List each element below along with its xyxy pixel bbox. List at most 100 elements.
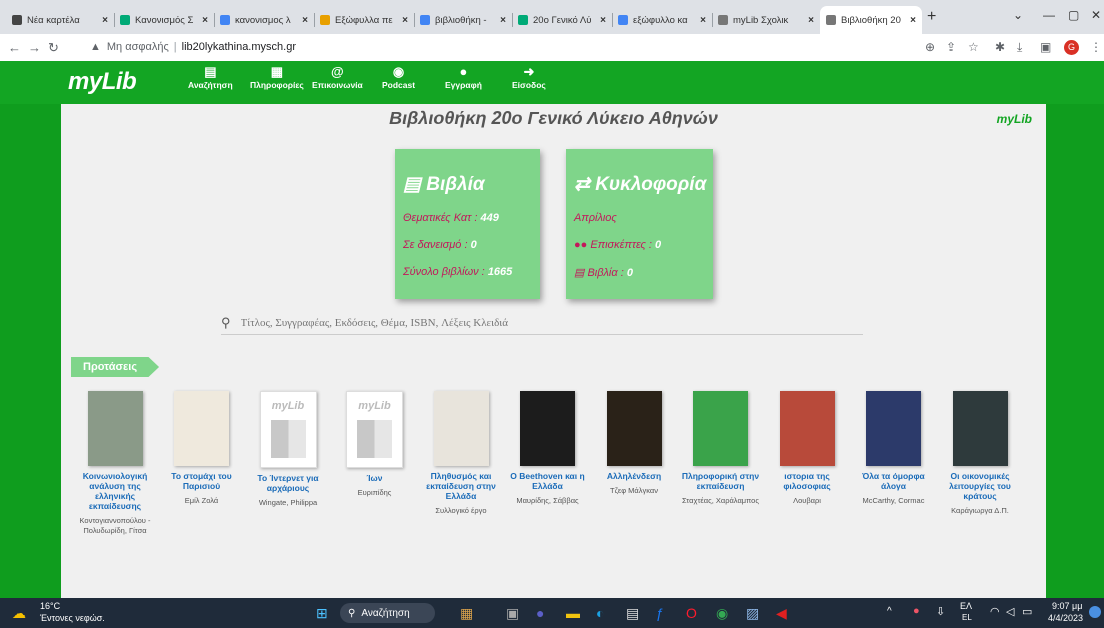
browser-tab[interactable]: βιβλιοθήκη - × (414, 6, 512, 34)
book-cover[interactable] (952, 391, 1008, 466)
book-cover[interactable] (693, 391, 748, 466)
close-tab-icon[interactable]: × (700, 15, 706, 26)
book-title[interactable]: Ο Beethoven και η Ελλάδα (509, 471, 587, 491)
site-logo[interactable]: myLib (68, 68, 137, 96)
usb-icon[interactable]: ⇩ (936, 605, 945, 618)
book-cover[interactable]: myLib (259, 391, 317, 468)
browser-tab[interactable]: εξώφυλλο κα × (612, 6, 712, 34)
close-tab-icon[interactable]: × (500, 15, 506, 26)
clock-time[interactable]: 9:07 μμ (1052, 601, 1082, 611)
store-icon[interactable]: ▤ (626, 604, 639, 622)
tray-chevron-icon[interactable]: ^ (887, 606, 892, 617)
volume-icon[interactable]: ◁ (1006, 605, 1014, 618)
clock-date[interactable]: 4/4/2023 (1048, 613, 1083, 623)
book-title[interactable]: Αλληλένδεση (595, 471, 673, 481)
nav-item-5[interactable]: ● Εγγραφή (445, 64, 482, 90)
browser-tab[interactable]: Εξώφυλλα πε × (314, 6, 414, 34)
minimize-icon[interactable]: — (1043, 8, 1055, 22)
nav-item-4[interactable]: ◉ Podcast (382, 64, 415, 90)
book-cover[interactable] (87, 391, 143, 466)
browser-tab[interactable]: 20ο Γενικό Λύ × (512, 6, 612, 34)
close-tab-icon[interactable]: × (102, 15, 108, 26)
book-cover[interactable] (779, 391, 835, 466)
book-title[interactable]: Πληθυσμός και εκπαίδευση στην Ελλάδα (422, 471, 500, 501)
sidepanel-icon[interactable]: ▣ (1040, 40, 1051, 54)
close-tab-icon[interactable]: × (402, 15, 408, 26)
browser-tab[interactable]: Νέα καρτέλα × (6, 6, 114, 34)
book-card[interactable]: Το στομάχι του Παρισιού Εμίλ Ζολά (163, 391, 241, 506)
book-cover[interactable] (606, 391, 662, 466)
book-title[interactable]: Πληροφορική στην εκπαίδευση (682, 471, 760, 491)
battery-icon[interactable]: ▭ (1022, 605, 1032, 618)
book-card[interactable]: Ο Beethoven και η Ελλάδα Μαυρίδης, Σάββας (509, 391, 587, 506)
profile-avatar[interactable]: G (1064, 40, 1079, 55)
back-icon[interactable]: ← (8, 40, 21, 55)
facebook-icon[interactable]: ƒ (656, 604, 664, 622)
photos-icon[interactable]: ▨ (746, 604, 759, 622)
book-title[interactable]: Το Ίντερνετ για αρχάριους (249, 473, 327, 493)
omnibox[interactable]: ▲ Μη ασφαλής | lib20lykathina.mysch.gr (90, 37, 910, 57)
close-tab-icon[interactable]: × (600, 15, 606, 26)
book-card[interactable]: Πληροφορική στην εκπαίδευση Σταχτέας, Χαρ… (682, 391, 760, 506)
book-card[interactable]: Αλληλένδεση Τζεφ Μάλγκαν (595, 391, 673, 496)
book-cover[interactable] (433, 391, 489, 466)
zoom-icon[interactable]: ⊕ (925, 40, 935, 54)
book-cover[interactable] (174, 391, 229, 466)
nav-item-2[interactable]: ▦ Πληροφορίες (250, 64, 304, 90)
tray-app-icon[interactable]: ● (913, 605, 920, 617)
book-card[interactable]: Κοινωνιολογική ανάλυση της ελληνικής εκπ… (76, 391, 154, 536)
tab-search-icon[interactable]: ⌄ (1013, 8, 1023, 22)
nav-item-6[interactable]: ➜ Είσοδος (512, 64, 546, 90)
book-card[interactable]: Πληθυσμός και εκπαίδευση στην Ελλάδα Συλλ… (422, 391, 500, 516)
chrome-icon[interactable]: ◉ (716, 604, 728, 622)
close-tab-icon[interactable]: × (808, 15, 814, 26)
book-cover[interactable] (520, 391, 575, 466)
reload-icon[interactable]: ↻ (48, 40, 59, 56)
book-cover[interactable] (866, 391, 921, 466)
close-window-icon[interactable]: ✕ (1091, 8, 1101, 22)
extensions-icon[interactable]: ✱ (995, 40, 1005, 54)
search-input[interactable] (238, 316, 803, 330)
forward-icon[interactable]: → (28, 40, 41, 55)
browser-tab[interactable]: myLib Σχολικ × (712, 6, 820, 34)
book-title[interactable]: Όλα τα όμορφα άλογα (855, 471, 933, 491)
book-title[interactable]: ιστορια της φιλοσοφιας (768, 471, 846, 491)
widgets-icon[interactable]: ▦ (460, 604, 473, 622)
book-title[interactable]: Οι οικονομικές λειτουργίες του κράτους (941, 471, 1019, 501)
language-indicator[interactable]: ΕΛ (960, 601, 972, 611)
menu-kebab-icon[interactable]: ⋮ (1090, 40, 1102, 54)
language-indicator-2[interactable]: EL (962, 613, 972, 622)
close-tab-icon[interactable]: × (910, 15, 916, 26)
nav-item-1[interactable]: ▤ Αναζήτηση (188, 64, 233, 90)
weather-temp[interactable]: 16°C (40, 601, 60, 611)
book-title[interactable]: Κοινωνιολογική ανάλυση της ελληνικής εκπ… (76, 471, 154, 511)
edge-icon[interactable]: ◐ (596, 604, 604, 622)
book-title[interactable]: Ίων (336, 473, 414, 483)
windows-start-icon[interactable]: ⊞ (316, 604, 328, 622)
maximize-icon[interactable]: ▢ (1068, 8, 1079, 22)
notification-icon[interactable] (1089, 606, 1101, 618)
bookmark-star-icon[interactable]: ☆ (968, 40, 979, 54)
taskbar-search[interactable]: ⚲ Αναζήτηση (340, 603, 435, 623)
share-icon[interactable]: ⇪ (946, 40, 956, 54)
file-explorer-icon[interactable]: ▬ (566, 604, 580, 622)
new-tab-button[interactable]: + (927, 8, 936, 26)
weather-desc[interactable]: Έντονες νεφώσ. (40, 613, 105, 623)
nav-item-3[interactable]: @ Επικοινωνία (312, 64, 363, 90)
browser-tab[interactable]: Βιβλιοθήκη 20 × (820, 6, 922, 34)
book-cover[interactable]: myLib (346, 391, 403, 468)
book-card[interactable]: ιστορια της φιλοσοφιας Λουβαρι (768, 391, 846, 506)
taskview-icon[interactable]: ▣ (506, 604, 519, 622)
app-icon[interactable]: ◀ (776, 604, 787, 622)
browser-tab[interactable]: Κανονισμός Σ × (114, 6, 214, 34)
browser-tab[interactable]: κανονισμος λ × (214, 6, 314, 34)
download-icon[interactable]: ⤓ (1017, 40, 1022, 55)
close-tab-icon[interactable]: × (302, 15, 308, 26)
book-card[interactable]: myLib Ίων Ευριπίδης (336, 391, 414, 498)
close-tab-icon[interactable]: × (202, 15, 208, 26)
book-title[interactable]: Το στομάχι του Παρισιού (163, 471, 241, 491)
book-card[interactable]: Όλα τα όμορφα άλογα McCarthy, Cormac (855, 391, 933, 506)
teams-icon[interactable]: ● (536, 604, 544, 622)
search-icon[interactable]: ⚲ (221, 315, 231, 331)
book-card[interactable]: myLib Το Ίντερνετ για αρχάριους Wingate, P… (249, 391, 327, 508)
